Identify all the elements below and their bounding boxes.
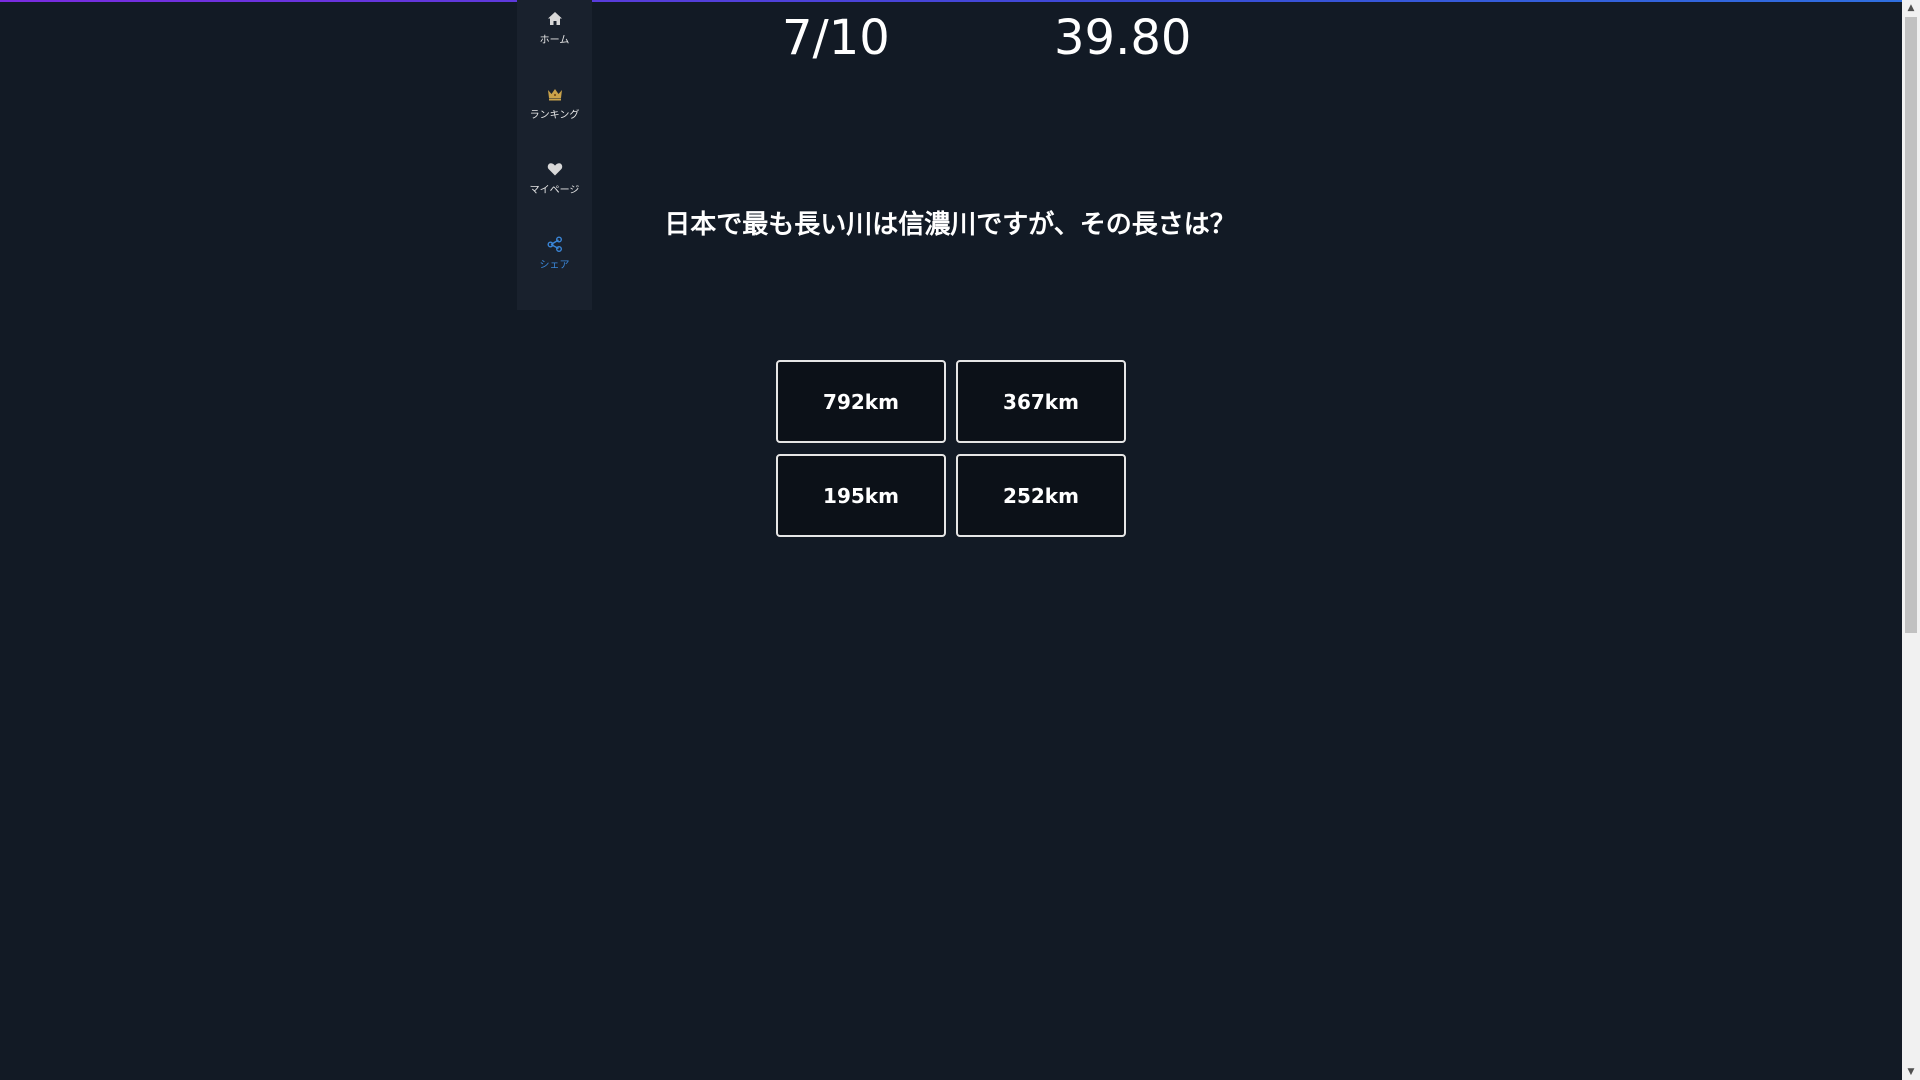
sidebar-item-home[interactable]: ホーム <box>517 0 592 60</box>
scroll-down-arrow-icon[interactable]: ▼ <box>1902 1064 1920 1080</box>
answer-button[interactable]: 195km <box>776 454 946 537</box>
scrollbar-thumb[interactable] <box>1905 17 1917 633</box>
crown-icon <box>546 85 564 103</box>
sidebar-item-label: ホーム <box>539 35 570 46</box>
answer-button[interactable]: 792km <box>776 360 946 443</box>
timer: 39.80 <box>1054 10 1192 66</box>
sidebar-item-ranking[interactable]: ランキング <box>517 75 592 135</box>
question-text: 日本で最も長い川は信濃川ですが、その長さは？ <box>664 210 1236 240</box>
scrollbar[interactable]: ▲ ▼ <box>1902 0 1920 1080</box>
answer-button[interactable]: 367km <box>956 360 1126 443</box>
sidebar-item-label: マイページ <box>529 185 580 196</box>
sidebar-item-mypage[interactable]: マイページ <box>517 150 592 210</box>
sidebar-item-share[interactable]: シェア <box>517 225 592 285</box>
sidebar-item-label: シェア <box>539 260 570 271</box>
answer-button[interactable]: 252km <box>956 454 1126 537</box>
sidebar-item-label: ランキング <box>529 110 580 121</box>
question-progress: 7/10 <box>782 10 890 66</box>
sidebar: ホーム ランキング マイページ シェア <box>517 0 592 310</box>
share-icon <box>546 235 564 253</box>
scroll-up-arrow-icon[interactable]: ▲ <box>1902 0 1920 16</box>
top-accent-line <box>0 0 1902 2</box>
heart-icon <box>546 160 564 178</box>
home-icon <box>546 10 564 28</box>
quiz-page: ホーム ランキング マイページ シェア 7/10 39.80 日本で最も長い川は… <box>0 0 1920 1080</box>
